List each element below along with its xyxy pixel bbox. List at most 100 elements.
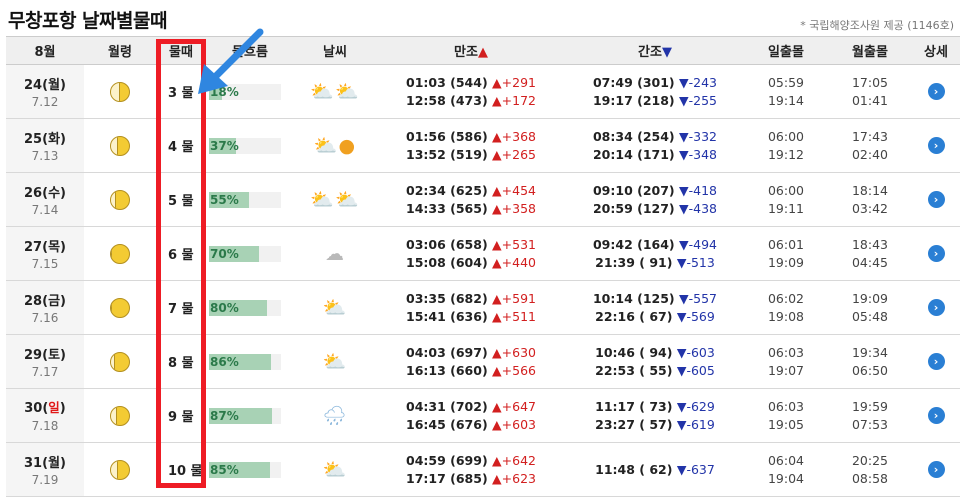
lunar-date: 7.13	[31, 149, 59, 163]
table-header-row: 8월 월령 물때 물흐름 날씨 만조▲ 간조▼ 일출몰 월출몰 상세	[6, 36, 960, 65]
high-tide-diff: ▲+630	[492, 344, 536, 360]
high-tide-diff: ▲+591	[492, 290, 536, 306]
moonset-time: 01:41	[851, 92, 889, 108]
high-tide-time: 01:56 (586)	[406, 128, 488, 144]
detail-chevron-icon[interactable]: ›	[927, 407, 945, 424]
high-tide-cell: 03:35 (682) ▲+591 15:41 (636) ▲+511	[376, 280, 566, 335]
detail-chevron-icon[interactable]: ›	[927, 299, 945, 316]
sunrise-time: 06:02	[767, 290, 805, 306]
detail-cell: ›	[912, 172, 960, 227]
moonset-time: 04:45	[851, 254, 889, 270]
cloudy-icon: ☁	[325, 242, 345, 265]
detail-cell: ›	[912, 118, 960, 173]
moonset-time: 03:42	[851, 200, 889, 216]
sunset-time: 19:14	[767, 92, 805, 108]
date-cell: 31(월) 7.19	[6, 442, 84, 497]
high-tide-diff: ▲+368	[492, 128, 536, 144]
detail-cell: ›	[912, 388, 960, 443]
sunrise-time: 06:00	[767, 182, 805, 198]
low-tide-cell: 10:46 ( 94) ▼-603 22:53 ( 55) ▼-605	[566, 334, 744, 389]
table-row: 24(월) 7.12 3 물 18% ⛅⛅ 01:03 (544) ▲+291 …	[6, 64, 960, 119]
low-tide-time: 11:48 ( 62)	[595, 461, 673, 477]
weather-cell: ⛅	[294, 442, 376, 497]
sunrise-time: 06:01	[767, 236, 805, 252]
high-tide-time: 16:13 (660)	[406, 362, 488, 378]
high-tide-time: 04:31 (702)	[406, 398, 488, 414]
moon-phase-cell	[84, 442, 156, 497]
sunrise-cell: 06:03 19:05	[744, 388, 828, 443]
header-low-tide: 간조▼	[566, 36, 744, 65]
weekday: 목	[48, 240, 61, 255]
detail-chevron-icon[interactable]: ›	[927, 245, 945, 262]
low-tide-time: 08:34 (254)	[592, 128, 675, 144]
sunset-time: 19:11	[767, 200, 805, 216]
moon-phase-cell	[84, 280, 156, 335]
sunrise-cell: 05:59 19:14	[744, 64, 828, 119]
moonrise-cell: 17:05 01:41	[828, 64, 912, 119]
sunrise-cell: 06:02 19:08	[744, 280, 828, 335]
high-tide-time: 12:58 (473)	[406, 92, 488, 108]
moonrise-cell: 18:43 04:45	[828, 226, 912, 281]
date-cell: 27(목) 7.15	[6, 226, 84, 281]
flow-bar: 18%	[209, 83, 281, 100]
low-tide-time: 22:16 ( 67)	[595, 308, 673, 324]
moonrise-time: 18:14	[851, 182, 889, 198]
high-tide-time: 13:52 (519)	[406, 146, 488, 162]
high-tide-diff: ▲+566	[492, 362, 536, 378]
header-detail: 상세	[912, 36, 960, 65]
moon-icon	[110, 135, 130, 156]
moon-icon	[110, 81, 130, 102]
detail-chevron-icon[interactable]: ›	[927, 353, 945, 370]
sunset-time: 19:09	[767, 254, 805, 270]
sunrise-time: 06:00	[767, 128, 805, 144]
cloudy-sunny-icon: ⛅	[313, 135, 339, 157]
moonrise-cell: 17:43 02:40	[828, 118, 912, 173]
moonrise-time: 17:43	[851, 128, 889, 144]
lunar-date: 7.17	[31, 365, 59, 379]
detail-chevron-icon[interactable]: ›	[927, 461, 945, 478]
moonrise-time: 19:34	[851, 344, 889, 360]
moonset-time: 06:50	[851, 362, 889, 378]
flow-bar: 37%	[209, 137, 281, 154]
cloudy-sunny-icon: ⛅	[310, 189, 335, 211]
detail-cell: ›	[912, 64, 960, 119]
high-tide-time: 03:06 (658)	[406, 236, 488, 252]
weather-cell: ⛅⛅	[294, 64, 376, 119]
page-title: 무창포항 날짜별물때	[8, 10, 167, 32]
low-tide-diff: ▼-557	[679, 290, 717, 306]
moonrise-time: 19:59	[851, 398, 889, 414]
table-row: 29(토) 7.17 8 물 86% ⛅ 04:03 (697) ▲+630 1…	[6, 334, 960, 389]
low-tide-time: 20:14 (171)	[592, 146, 675, 162]
detail-chevron-icon[interactable]: ›	[927, 83, 945, 100]
flow-bar: 80%	[209, 299, 281, 316]
low-tide-time: 10:14 (125)	[592, 290, 675, 306]
tide-table: 8월 월령 물때 물흐름 날씨 만조▲ 간조▼ 일출몰 월출몰 상세 24(월)…	[6, 36, 960, 497]
moonrise-time: 19:09	[851, 290, 889, 306]
cloudy-sunny-icon: ⛅	[322, 351, 348, 373]
detail-chevron-icon[interactable]: ›	[927, 137, 945, 154]
header-moon-phase: 월령	[84, 36, 156, 65]
high-tide-cell: 04:31 (702) ▲+647 16:45 (676) ▲+603	[376, 388, 566, 443]
sunset-time: 19:07	[767, 362, 805, 378]
date-cell: 28(금) 7.16	[6, 280, 84, 335]
high-tide-time: 14:33 (565)	[406, 200, 488, 216]
high-tide-time: 15:41 (636)	[406, 308, 488, 324]
low-tide-cell: 08:34 (254) ▼-332 20:14 (171) ▼-348	[566, 118, 744, 173]
high-tide-diff: ▲+440	[492, 254, 536, 270]
date-cell: 30(일) 7.18	[6, 388, 84, 443]
moon-icon	[110, 351, 130, 372]
low-tide-diff: ▼-569	[676, 308, 715, 324]
moonset-time: 05:48	[851, 308, 889, 324]
detail-chevron-icon[interactable]: ›	[927, 191, 945, 208]
low-tide-diff: ▼-637	[676, 461, 715, 477]
moon-phase-cell	[84, 226, 156, 281]
low-tide-time: 07:49 (301)	[592, 74, 675, 90]
moonrise-cell: 20:25 08:58	[828, 442, 912, 497]
high-tide-diff: ▲+511	[492, 308, 536, 324]
moon-icon	[110, 189, 130, 210]
low-tide-diff: ▼-513	[676, 254, 715, 270]
flow-bar: 70%	[209, 245, 281, 262]
table-row: 27(목) 7.15 6 물 70% ☁ 03:06 (658) ▲+531 1…	[6, 226, 960, 281]
mul-value: 5 물	[156, 172, 206, 227]
flow-cell: 86%	[206, 334, 294, 389]
